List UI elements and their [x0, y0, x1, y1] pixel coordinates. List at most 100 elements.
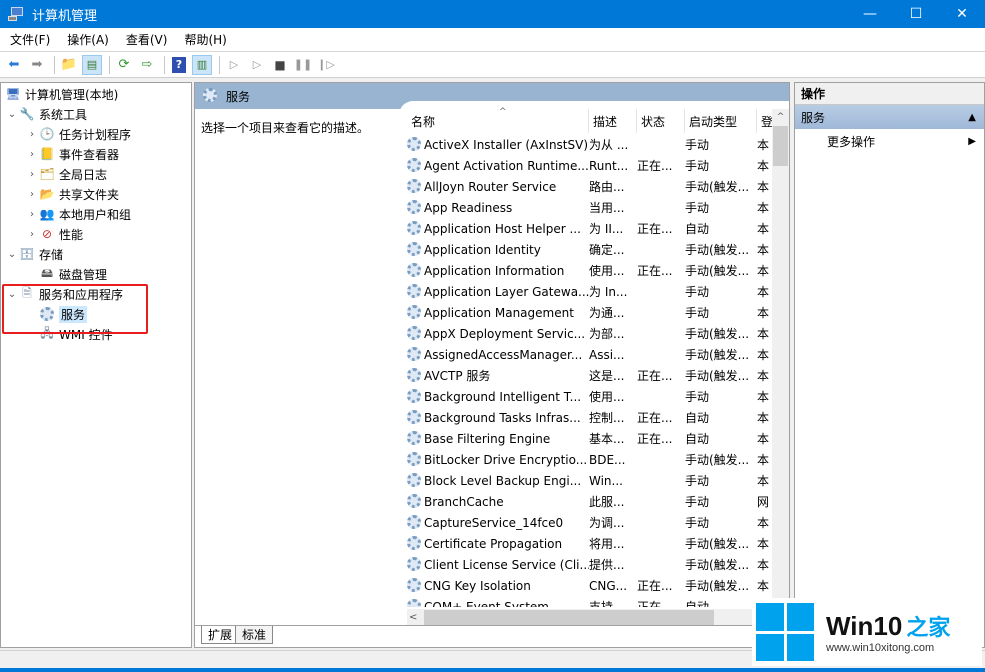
pause-icon[interactable]: ❚❚: [293, 55, 313, 75]
table-row[interactable]: Application Identity 确定... 手动(触发... 本: [399, 240, 771, 261]
table-row[interactable]: Background Intelligent T... 使用... 手动 本: [399, 387, 771, 408]
tree-item-global-log[interactable]: › 🗂 全局日志: [25, 164, 107, 184]
column-logon-as[interactable]: 登: [757, 109, 773, 133]
watermark: Win10 之家 www.win10xitong.com: [752, 598, 982, 666]
table-row[interactable]: Application Information 使用... 正在... 手动(触发..…: [399, 261, 771, 282]
table-row[interactable]: App Readiness 当用... 手动 本: [399, 198, 771, 219]
up-folder-icon[interactable]: 📁: [59, 55, 79, 75]
column-description[interactable]: 描述: [589, 109, 637, 133]
service-logon-as: 本: [757, 348, 770, 362]
tree-item-event-viewer[interactable]: › 📒 事件查看器: [25, 144, 119, 164]
service-description: Win...: [589, 474, 623, 488]
actions-section-services[interactable]: 服务 ▲: [795, 105, 984, 129]
chevron-right-icon[interactable]: ›: [25, 129, 39, 140]
tree-item-shared-folders[interactable]: › 📂 共享文件夹: [25, 184, 119, 204]
window-title: 计算机管理: [32, 8, 98, 24]
show-hide-action-pane-icon[interactable]: ▥: [192, 54, 212, 75]
collapse-icon[interactable]: ▲: [968, 112, 976, 123]
service-description: 控制...: [589, 411, 625, 425]
table-row[interactable]: Background Tasks Infras... 控制... 正在... 自动 本: [399, 408, 771, 429]
tree-item-disk-management[interactable]: 🖴 磁盘管理: [25, 264, 107, 284]
service-description: BDE...: [589, 453, 626, 467]
chevron-right-icon[interactable]: ›: [25, 229, 39, 240]
tools-icon: 🔧: [19, 107, 35, 121]
tree-item-performance[interactable]: › ⊘ 性能: [25, 224, 83, 244]
show-hide-tree-icon[interactable]: ▤: [82, 54, 102, 75]
service-description: 为从 ...: [589, 138, 629, 152]
table-row[interactable]: ActiveX Installer (AxInstSV) 为从 ... 手动 本: [399, 135, 771, 156]
table-row[interactable]: Application Management 为通... 手动 本: [399, 303, 771, 324]
table-row[interactable]: Certificate Propagation 将用... 手动(触发... 本: [399, 534, 771, 555]
service-name: Client License Service (Cli...: [407, 555, 589, 576]
scroll-up-icon[interactable]: ^: [772, 109, 789, 126]
chevron-down-icon[interactable]: ⌄: [5, 249, 19, 260]
table-row[interactable]: Base Filtering Engine 基本... 正在... 自动 本: [399, 429, 771, 450]
sort-ascending-icon: ^: [499, 107, 507, 117]
scroll-thumb[interactable]: [424, 610, 714, 625]
chevron-right-icon[interactable]: ›: [25, 189, 39, 200]
tab-extended[interactable]: 扩展: [201, 626, 240, 644]
table-row[interactable]: Agent Activation Runtime... Runt... 正在... 手…: [399, 156, 771, 177]
export-list-icon[interactable]: ⇨: [137, 55, 157, 75]
tree-root[interactable]: 🖥 计算机管理(本地): [5, 84, 118, 104]
column-name[interactable]: 名称 ^: [407, 107, 589, 133]
gear-icon: [407, 368, 421, 382]
tree-item-storage[interactable]: ⌄ 🗄 存储: [5, 244, 63, 264]
tab-standard[interactable]: 标准: [235, 626, 274, 644]
menu-file[interactable]: 文件(F): [0, 31, 57, 48]
toolbar-separator: [219, 55, 220, 74]
resume-icon[interactable]: ❙▷: [316, 55, 336, 75]
chevron-right-icon[interactable]: ›: [25, 149, 39, 160]
service-status: [637, 513, 685, 534]
table-row[interactable]: BitLocker Drive Encryptio... BDE... 手动(触发.…: [399, 450, 771, 471]
service-logon-as: 本: [757, 222, 770, 236]
forward-icon[interactable]: ➡: [27, 55, 47, 75]
menu-bar: 文件(F) 操作(A) 查看(V) 帮助(H): [0, 28, 985, 52]
tree-item-system-tools[interactable]: ⌄ 🔧 系统工具: [5, 104, 87, 124]
table-row[interactable]: AllJoyn Router Service 路由... 手动(触发... 本: [399, 177, 771, 198]
maximize-button[interactable]: ☐: [893, 0, 939, 28]
table-row[interactable]: Block Level Backup Engi... Win... 手动 本: [399, 471, 771, 492]
menu-view[interactable]: 查看(V): [116, 31, 175, 48]
menu-help[interactable]: 帮助(H): [174, 31, 233, 48]
service-logon-as: 本: [757, 411, 770, 425]
start-alt-icon[interactable]: ▷: [247, 55, 267, 75]
tree-item-task-scheduler[interactable]: › 🕒 任务计划程序: [25, 124, 131, 144]
service-startup-type: 手动(触发...: [685, 369, 750, 383]
column-status[interactable]: 状态: [637, 109, 685, 133]
column-startup-type[interactable]: 启动类型: [685, 109, 757, 133]
service-startup-type: 自动: [685, 411, 710, 425]
table-row[interactable]: AssignedAccessManager... Assi... 手动(触发... 本: [399, 345, 771, 366]
table-row[interactable]: Application Layer Gatewa... 为 In... 手动 本: [399, 282, 771, 303]
back-icon[interactable]: ⬅: [4, 55, 24, 75]
table-row[interactable]: CaptureService_14fce0 为调... 手动 本: [399, 513, 771, 534]
chevron-right-icon[interactable]: ›: [25, 169, 39, 180]
chevron-down-icon[interactable]: ⌄: [5, 109, 19, 120]
stop-icon[interactable]: ■: [270, 55, 290, 75]
table-row[interactable]: Application Host Helper ... 为 II... 正在... 自…: [399, 219, 771, 240]
service-description: 当用...: [589, 201, 625, 215]
scroll-left-icon[interactable]: <: [409, 609, 417, 626]
close-button[interactable]: ✕: [939, 0, 985, 28]
help-icon[interactable]: ?: [169, 55, 189, 75]
menu-action[interactable]: 操作(A): [57, 31, 116, 48]
users-icon: 👥: [39, 207, 55, 221]
vertical-scrollbar[interactable]: ^: [772, 109, 789, 609]
storage-icon: 🗄: [19, 247, 35, 261]
service-name: Application Information: [407, 261, 589, 282]
action-more-actions[interactable]: 更多操作 ▶: [795, 129, 984, 153]
horizontal-scrollbar[interactable]: <: [407, 609, 772, 626]
table-row[interactable]: COM+ Event System支持...正在...自动本: [399, 597, 771, 607]
minimize-button[interactable]: —: [847, 0, 893, 28]
table-row[interactable]: AVCTP 服务 这是... 正在... 手动(触发... 本: [399, 366, 771, 387]
scroll-thumb[interactable]: [773, 126, 788, 166]
table-row[interactable]: CNG Key Isolation CNG... 正在... 手动(触发... 本: [399, 576, 771, 597]
table-row[interactable]: Client License Service (Cli... 提供... 手动(触发…: [399, 555, 771, 576]
table-row[interactable]: AppX Deployment Servic... 为部... 手动(触发... 本: [399, 324, 771, 345]
start-icon[interactable]: ▷: [224, 55, 244, 75]
chevron-right-icon[interactable]: ›: [25, 209, 39, 220]
table-row[interactable]: BranchCache 此服... 手动 网: [399, 492, 771, 513]
tree-item-local-users-groups[interactable]: › 👥 本地用户和组: [25, 204, 131, 224]
refresh-icon[interactable]: ⟳: [114, 55, 134, 75]
service-name: Background Intelligent T...: [407, 387, 589, 408]
